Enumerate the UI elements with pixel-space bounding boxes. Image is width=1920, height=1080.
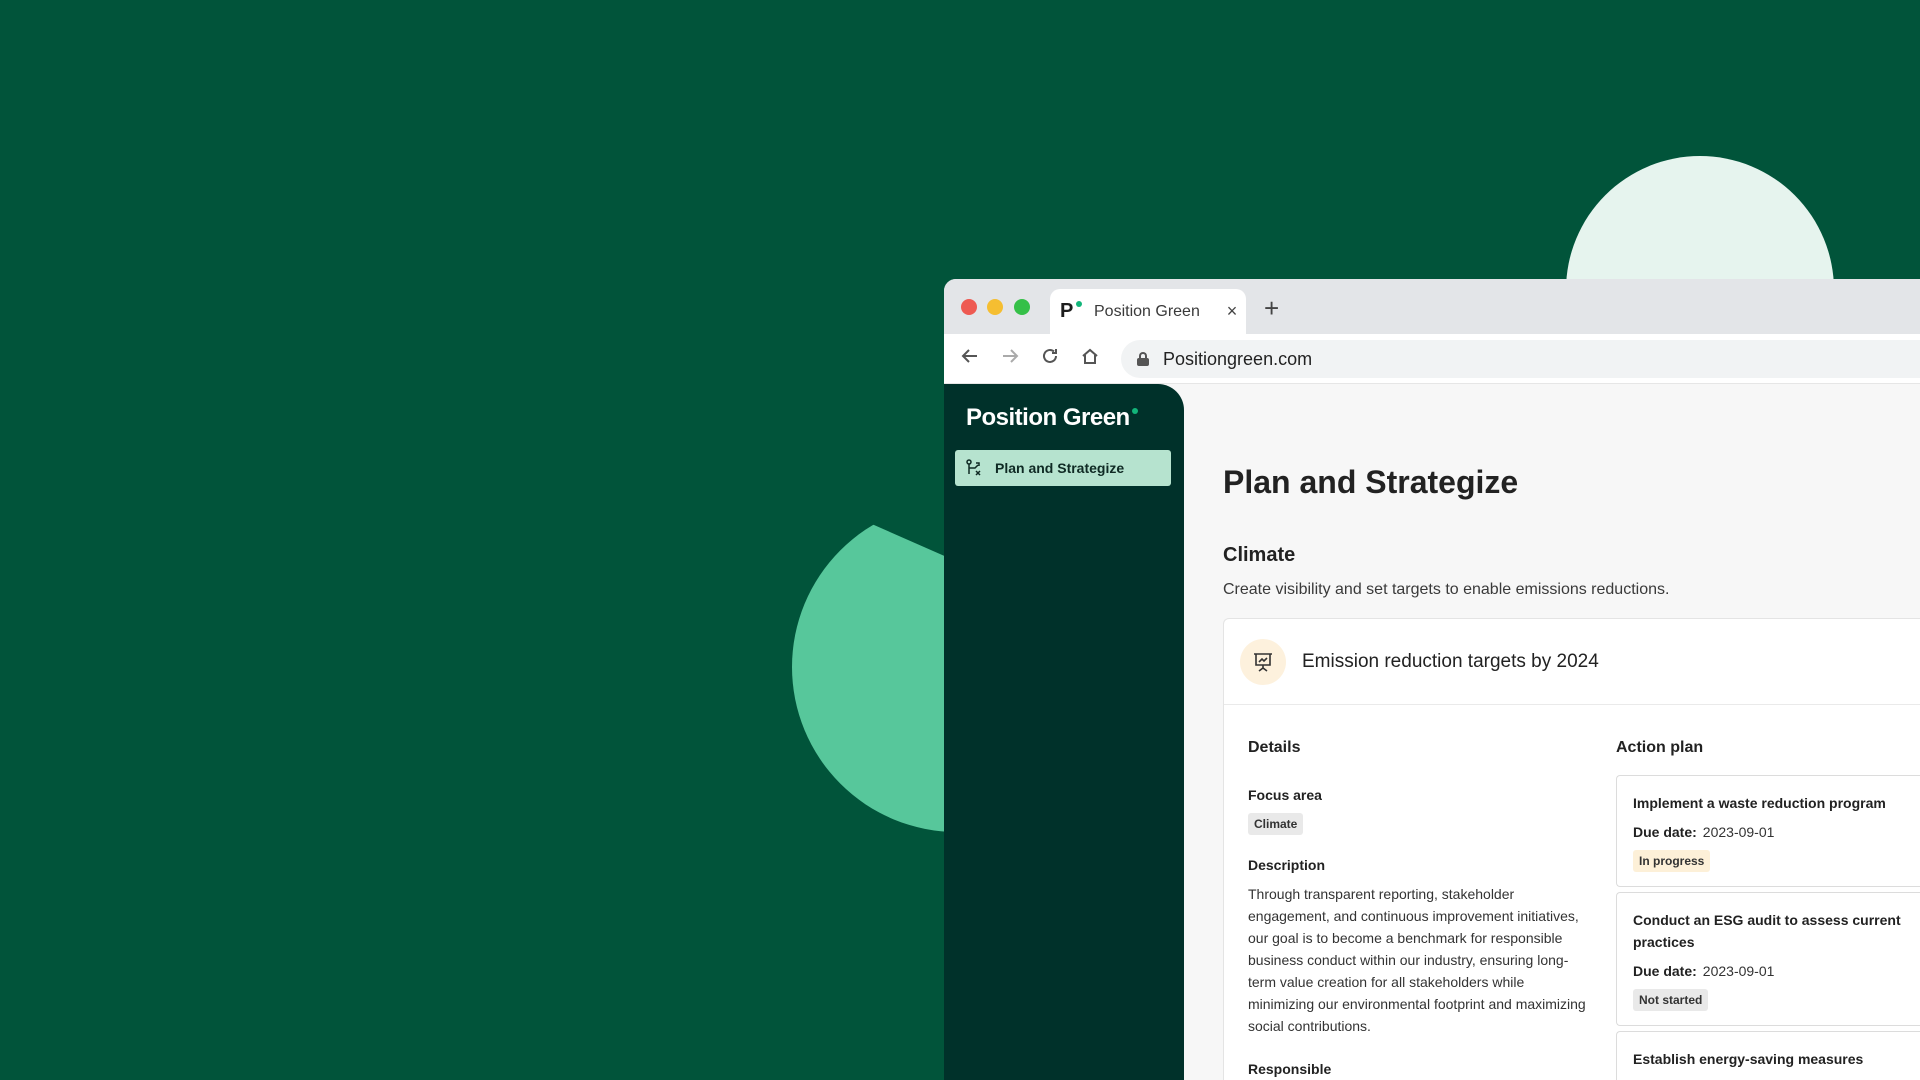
due-date: Due date: 2023-09-01	[1633, 963, 1775, 979]
sidebar: Position Green Plan and Strategize	[944, 384, 1184, 1080]
tab-title: Position Green	[1094, 302, 1200, 320]
url-text: Positiongreen.com	[1163, 348, 1313, 369]
brand-logo: Position Green	[966, 404, 1138, 432]
favicon-icon: P	[1060, 300, 1086, 323]
forward-arrow-icon[interactable]	[990, 346, 1030, 372]
sidebar-item-plan-and-strategize[interactable]: Plan and Strategize	[955, 450, 1171, 486]
card-header[interactable]: Emission reduction targets by 2024	[1224, 619, 1920, 705]
section-description: Create visibility and set targets to ena…	[1223, 581, 1670, 598]
page-title: Plan and Strategize	[1223, 464, 1519, 500]
strategy-icon	[966, 459, 981, 476]
details-heading: Details	[1248, 739, 1301, 756]
sidebar-item-label: Plan and Strategize	[995, 460, 1125, 476]
browser-tab-bar: P Position Green × +	[944, 279, 1920, 334]
description-text: Through transparent reporting, stakehold…	[1248, 886, 1586, 1034]
focus-area-label: Focus area	[1248, 787, 1322, 803]
back-arrow-icon[interactable]	[950, 346, 990, 372]
due-date: Due date: 2023-09-01	[1633, 824, 1775, 840]
new-tab-button[interactable]: +	[1264, 293, 1279, 324]
action-item[interactable]: Conduct an ESG audit to assess current p…	[1616, 892, 1920, 1026]
main-content: Plan and Strategize Climate Create visib…	[1184, 384, 1920, 1080]
maximize-window-button[interactable]	[1014, 299, 1030, 315]
action-list: Implement a waste reduction program Due …	[1616, 775, 1920, 1080]
status-badge: Not started	[1633, 989, 1709, 1011]
section-title: Climate	[1223, 544, 1296, 566]
app-content: Position Green Plan and Strategize Plan …	[944, 384, 1920, 1080]
action-item[interactable]: Implement a waste reduction program Due …	[1616, 775, 1920, 887]
browser-toolbar: Positiongreen.com	[944, 334, 1920, 384]
browser-tab[interactable]: P Position Green ×	[1050, 289, 1246, 334]
lock-icon	[1137, 352, 1149, 366]
action-plan-heading: Action plan	[1616, 739, 1704, 756]
action-title: Implement a waste reduction program	[1633, 795, 1886, 811]
minimize-window-button[interactable]	[987, 299, 1003, 315]
description-label: Description	[1248, 857, 1326, 873]
action-item[interactable]: Establish energy-saving measures	[1616, 1031, 1920, 1080]
tab-close-icon[interactable]: ×	[1218, 301, 1246, 322]
browser-window: P Position Green × + Positiongreen.com P…	[944, 279, 1920, 1080]
reload-icon[interactable]	[1030, 346, 1070, 372]
details-column: Details Focus area Climate Description T…	[1248, 739, 1588, 1077]
address-bar[interactable]: Positiongreen.com	[1121, 340, 1920, 378]
action-title: Conduct an ESG audit to assess current p…	[1633, 912, 1901, 950]
focus-area-chip: Climate	[1248, 813, 1304, 835]
close-window-button[interactable]	[961, 299, 977, 315]
action-plan-column: Action plan Implement a waste reduction …	[1616, 739, 1920, 1080]
card-title: Emission reduction targets by 2024	[1302, 650, 1599, 672]
responsible-label: Responsible	[1248, 1061, 1332, 1077]
presentation-chart-icon	[1240, 638, 1286, 685]
home-icon[interactable]	[1070, 346, 1110, 372]
target-card: Emission reduction targets by 2024 Detai…	[1223, 618, 1920, 1080]
status-badge: In progress	[1633, 850, 1711, 872]
action-title: Establish energy-saving measures	[1633, 1051, 1864, 1067]
